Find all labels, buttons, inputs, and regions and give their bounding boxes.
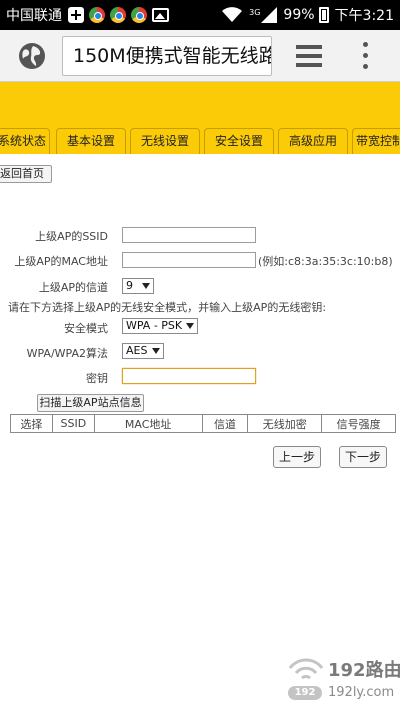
algorithm-value: AES (126, 344, 148, 357)
chrome-icon (110, 7, 126, 23)
ssid-label: 上级AP的SSID (35, 230, 108, 243)
tab-wireless-settings[interactable]: 无线设置 (130, 128, 200, 154)
table-header: 信道 (201, 414, 249, 433)
channel-value: 9 (126, 279, 133, 292)
security-mode-select[interactable]: WPA - PSK (122, 318, 198, 334)
network-type-label: 3G (249, 8, 261, 17)
chevron-down-icon (152, 348, 160, 354)
wifi-icon (222, 7, 243, 22)
mac-input[interactable] (122, 252, 256, 268)
ap-site-table: 选择 SSID MAC地址 信道 无线加密 信号强度 (10, 414, 396, 433)
mac-hint: (例如:c8:3a:35:3c:10:b8) (258, 255, 393, 268)
security-instruction: 请在下方选择上级AP的无线安全模式，并输入上级AP的无线密钥: (8, 301, 327, 314)
tab-security-settings[interactable]: 安全设置 (204, 128, 274, 154)
chrome-icon (89, 7, 105, 23)
prev-step-button[interactable]: 上一步 (273, 446, 321, 468)
algorithm-select[interactable]: AES (122, 343, 164, 359)
globe-icon[interactable] (18, 42, 46, 70)
chrome-icon (131, 7, 147, 23)
table-header: 无线加密 (247, 414, 323, 433)
wifi-logo-icon (288, 658, 324, 680)
table-header: 选择 (10, 414, 53, 433)
watermark: 192路由网 192 192ly.com (282, 652, 400, 704)
tabs-icon[interactable] (296, 45, 322, 67)
tab-advanced[interactable]: 高级应用 (278, 128, 348, 154)
status-bar: 中国联通 3G 99% 下午3:21 (0, 0, 400, 30)
address-bar[interactable]: 150M便携式智能无线路由器 (62, 36, 272, 76)
browser-toolbar: 150M便携式智能无线路由器 (0, 30, 400, 82)
table-header: SSID (51, 414, 95, 433)
chevron-down-icon (142, 283, 150, 289)
tab-system-status[interactable]: 系统状态 (0, 128, 50, 154)
algorithm-label: WPA/WPA2算法 (26, 347, 108, 360)
plus-icon (68, 7, 84, 23)
battery-icon (318, 7, 329, 23)
channel-select[interactable]: 9 (122, 278, 154, 294)
back-home-button[interactable]: 返回首页 (0, 165, 52, 183)
overflow-menu-icon[interactable] (362, 42, 370, 70)
watermark-brand: 192路由网 (328, 660, 400, 681)
carrier-name: 中国联通 (6, 8, 62, 24)
ssid-input[interactable] (122, 227, 256, 243)
watermark-pill: 192 (288, 686, 322, 700)
next-step-button[interactable]: 下一步 (339, 446, 387, 468)
security-mode-label: 安全模式 (64, 322, 108, 335)
table-header: 信号强度 (321, 414, 396, 433)
tab-basic-settings[interactable]: 基本设置 (56, 128, 126, 154)
tab-bandwidth-control[interactable]: 带宽控制 (352, 128, 400, 154)
mac-label: 上级AP的MAC地址 (14, 255, 108, 268)
clock: 下午3:21 (334, 8, 394, 24)
router-nav: 系统状态 基本设置 无线设置 安全设置 高级应用 带宽控制 (0, 82, 400, 154)
signal-icon (261, 7, 278, 23)
battery-percent: 99% (283, 7, 315, 23)
security-mode-value: WPA - PSK (126, 319, 183, 332)
watermark-domain: 192ly.com (328, 685, 395, 700)
key-label: 密钥 (86, 372, 108, 385)
scan-ap-button[interactable]: 扫描上级AP站点信息 (37, 394, 144, 412)
table-header: MAC地址 (93, 414, 203, 433)
table-header-row: 选择 SSID MAC地址 信道 无线加密 信号强度 (10, 414, 396, 433)
key-input[interactable] (122, 368, 256, 384)
channel-label: 上级AP的信道 (38, 281, 108, 294)
chevron-down-icon (186, 323, 194, 329)
photo-icon (152, 8, 169, 22)
